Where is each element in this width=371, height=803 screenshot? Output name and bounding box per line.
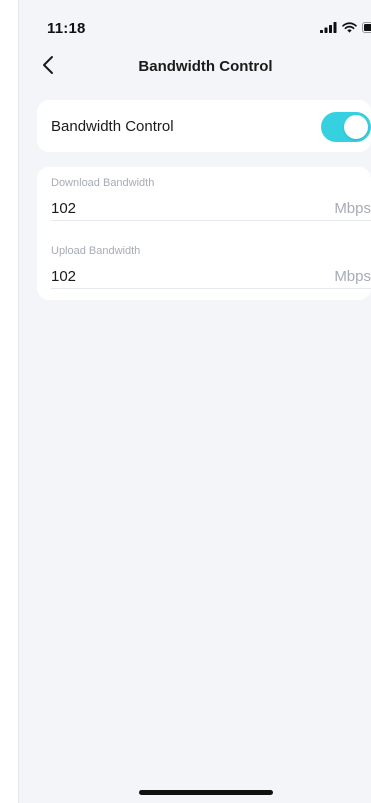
- upload-bandwidth-field: Upload Bandwidth 102 Mbps: [51, 245, 371, 297]
- home-indicator: [139, 790, 273, 795]
- bandwidth-control-toggle[interactable]: [321, 112, 371, 142]
- battery-icon: [362, 22, 371, 33]
- divider: [51, 288, 371, 289]
- wifi-icon: [342, 22, 357, 33]
- upload-bandwidth-unit: Mbps: [334, 268, 371, 285]
- navigation-bar: Bandwidth Control: [19, 48, 371, 88]
- download-bandwidth-unit: Mbps: [334, 200, 371, 217]
- status-time: 11:18: [47, 20, 86, 37]
- bandwidth-control-card: Bandwidth Control: [37, 100, 371, 152]
- upload-bandwidth-input[interactable]: 102: [51, 268, 76, 285]
- status-icons: [320, 22, 371, 33]
- page-title: Bandwidth Control: [138, 58, 273, 75]
- divider: [51, 220, 371, 221]
- upload-bandwidth-label: Upload Bandwidth: [51, 245, 141, 257]
- bandwidth-control-label: Bandwidth Control: [51, 118, 174, 135]
- status-bar: 11:18: [19, 0, 371, 44]
- signal-icon: [320, 22, 337, 33]
- bandwidth-fields-card: Download Bandwidth 102 Mbps Upload Bandw…: [37, 167, 371, 300]
- app-screen: 11:18 Bandwidth Control Bandwidth Contro…: [18, 0, 371, 803]
- download-bandwidth-label: Download Bandwidth: [51, 177, 155, 189]
- download-bandwidth-input[interactable]: 102: [51, 200, 76, 217]
- download-bandwidth-field: Download Bandwidth 102 Mbps: [51, 177, 371, 229]
- toggle-knob: [344, 115, 368, 139]
